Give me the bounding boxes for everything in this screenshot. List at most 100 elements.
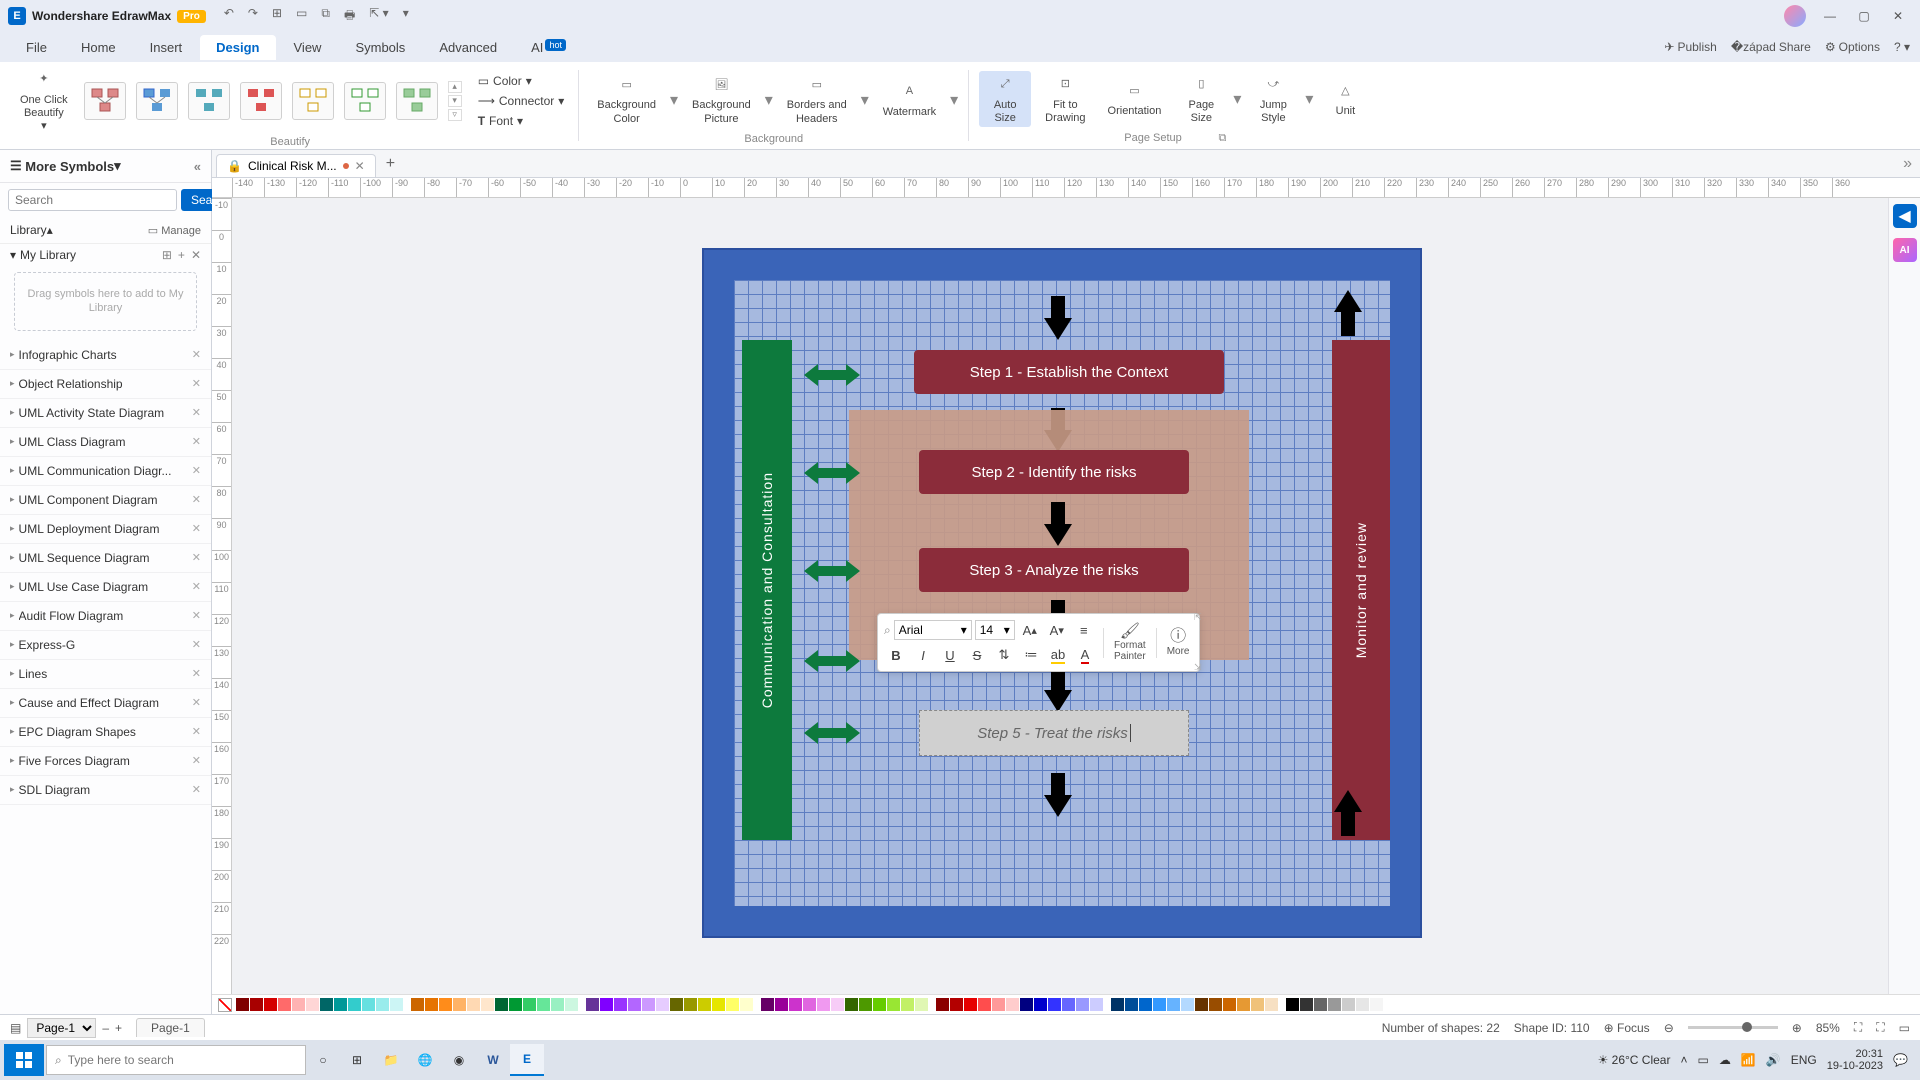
arrow-4-5[interactable]: [1044, 690, 1072, 712]
publish-button[interactable]: ✈ Publish: [1664, 40, 1716, 54]
category-close[interactable]: ✕: [192, 667, 201, 680]
options-button[interactable]: ⚙ Options: [1825, 40, 1880, 54]
ai-assistant[interactable]: AI: [1893, 238, 1917, 262]
color-swatch[interactable]: [845, 998, 858, 1011]
category-item[interactable]: ▸UML Deployment Diagram✕: [0, 515, 211, 544]
arrow-bottom-right[interactable]: [1334, 790, 1362, 812]
color-swatch[interactable]: [1111, 998, 1124, 1011]
category-item[interactable]: ▸EPC Diagram Shapes✕: [0, 718, 211, 747]
color-swatch[interactable]: [236, 998, 249, 1011]
color-swatch[interactable]: [1370, 998, 1383, 1011]
right-panel-toggle[interactable]: ◀: [1893, 204, 1917, 228]
color-swatch[interactable]: [712, 998, 725, 1011]
task-explorer[interactable]: 📁: [374, 1044, 408, 1076]
export-button[interactable]: ⇱ ▾: [369, 6, 388, 27]
biarrow-5[interactable]: [804, 720, 860, 746]
color-swatch[interactable]: [292, 998, 305, 1011]
page-size[interactable]: ▯Page Size: [1175, 71, 1227, 127]
background-picture[interactable]: 🖼Background Picture: [684, 71, 759, 127]
right-column[interactable]: Monitor and review: [1332, 340, 1390, 840]
font-size-select[interactable]: 14▾: [975, 620, 1015, 640]
color-swatch[interactable]: [950, 998, 963, 1011]
color-swatch[interactable]: [1167, 998, 1180, 1011]
category-item[interactable]: ▸Audit Flow Diagram✕: [0, 602, 211, 631]
color-swatch[interactable]: [978, 998, 991, 1011]
font-dropdown[interactable]: T Font ▾: [474, 112, 569, 130]
color-swatch[interactable]: [628, 998, 641, 1011]
no-fill[interactable]: [218, 998, 232, 1012]
category-item[interactable]: ▸Five Forces Diagram✕: [0, 747, 211, 776]
color-swatch[interactable]: [831, 998, 844, 1011]
color-swatch[interactable]: [1223, 998, 1236, 1011]
category-close[interactable]: ✕: [192, 522, 201, 535]
maximize-button[interactable]: ▢: [1850, 6, 1878, 26]
color-swatch[interactable]: [334, 998, 347, 1011]
page-add[interactable]: +: [115, 1021, 122, 1035]
taskbar-search[interactable]: ⌕Type here to search: [46, 1045, 306, 1075]
color-swatch[interactable]: [964, 998, 977, 1011]
category-item[interactable]: ▸Infographic Charts✕: [0, 341, 211, 370]
mylib-close[interactable]: ✕: [191, 248, 201, 262]
color-swatch[interactable]: [859, 998, 872, 1011]
color-swatch[interactable]: [1076, 998, 1089, 1011]
color-swatch[interactable]: [1062, 998, 1075, 1011]
category-close[interactable]: ✕: [192, 580, 201, 593]
qat-more[interactable]: ▾: [403, 6, 409, 27]
color-swatch[interactable]: [362, 998, 375, 1011]
color-swatch[interactable]: [586, 998, 599, 1011]
orientation[interactable]: ▭Orientation: [1100, 77, 1170, 120]
color-swatch[interactable]: [1265, 998, 1278, 1011]
color-swatch[interactable]: [901, 998, 914, 1011]
align-button[interactable]: ≡: [1072, 618, 1096, 642]
color-swatch[interactable]: [1048, 998, 1061, 1011]
mylib-label[interactable]: My Library: [20, 248, 76, 262]
category-close[interactable]: ✕: [192, 348, 201, 361]
mylib-toggle[interactable]: ▾: [10, 248, 16, 262]
tray-meet[interactable]: ▭: [1698, 1053, 1709, 1067]
biarrow-2[interactable]: [804, 460, 860, 486]
zoom-value[interactable]: 85%: [1816, 1021, 1840, 1035]
strike-button[interactable]: S: [965, 643, 989, 667]
category-item[interactable]: ▸UML Class Diagram✕: [0, 428, 211, 457]
help-button[interactable]: ? ▾: [1894, 40, 1910, 54]
more-button[interactable]: ⓘMore: [1163, 628, 1194, 657]
color-swatch[interactable]: [1139, 998, 1152, 1011]
beautify-scroll-down[interactable]: ▾: [448, 95, 462, 107]
step1-box[interactable]: Step 1 - Establish the Context: [914, 350, 1224, 394]
format-painter[interactable]: 🖌Format Painter: [1110, 623, 1150, 663]
borders-headers[interactable]: ▭Borders and Headers: [779, 71, 855, 127]
category-close[interactable]: ✕: [192, 464, 201, 477]
menu-insert[interactable]: Insert: [134, 35, 199, 60]
beautify-theme-2[interactable]: [136, 82, 178, 120]
color-swatch[interactable]: [509, 998, 522, 1011]
menu-advanced[interactable]: Advanced: [423, 35, 513, 60]
qat-btn-1[interactable]: ⊞: [272, 6, 282, 27]
menu-view[interactable]: View: [278, 35, 338, 60]
color-swatch[interactable]: [698, 998, 711, 1011]
category-close[interactable]: ✕: [192, 435, 201, 448]
arrow-2-3[interactable]: [1044, 524, 1072, 546]
qat-btn-2[interactable]: ▭: [296, 6, 307, 27]
color-swatch[interactable]: [1300, 998, 1313, 1011]
color-swatch[interactable]: [523, 998, 536, 1011]
color-swatch[interactable]: [1034, 998, 1047, 1011]
color-swatch[interactable]: [915, 998, 928, 1011]
underline-button[interactable]: U: [938, 643, 962, 667]
color-swatch[interactable]: [1328, 998, 1341, 1011]
color-swatch[interactable]: [439, 998, 452, 1011]
color-swatch[interactable]: [600, 998, 613, 1011]
color-swatch[interactable]: [1153, 998, 1166, 1011]
color-swatch[interactable]: [467, 998, 480, 1011]
beautify-more[interactable]: ▿: [448, 109, 462, 121]
task-edrawmax[interactable]: E: [510, 1044, 544, 1076]
color-swatch[interactable]: [1181, 998, 1194, 1011]
arrow-bottom-left[interactable]: [1044, 795, 1072, 817]
toolbar-resize[interactable]: ⇲: [1194, 662, 1202, 673]
color-swatch[interactable]: [1286, 998, 1299, 1011]
sidebar-menu-icon[interactable]: ☰: [10, 158, 22, 174]
mylib-add[interactable]: ⊞: [162, 248, 172, 262]
category-item[interactable]: ▸SDL Diagram✕: [0, 776, 211, 805]
color-swatch[interactable]: [551, 998, 564, 1011]
color-swatch[interactable]: [1020, 998, 1033, 1011]
mylib-dropzone[interactable]: Drag symbols here to add to My Library: [14, 272, 197, 331]
